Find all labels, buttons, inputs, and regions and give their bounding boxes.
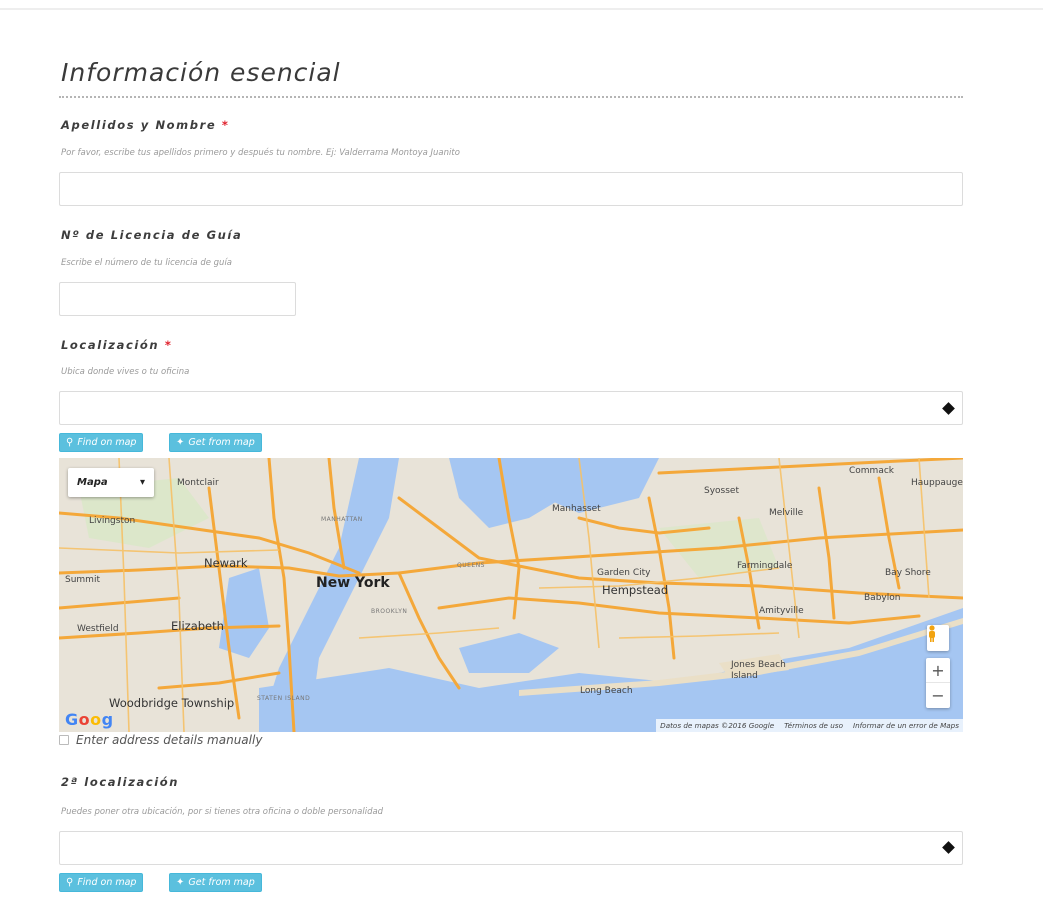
chevron-down-icon: ▾ <box>139 477 145 488</box>
map-label-jones-beach: Jones Beach Island <box>731 660 786 681</box>
map-label-newark: Newark <box>204 556 248 570</box>
map-attribution: Datos de mapas ©2016 Google Términos de … <box>656 719 963 732</box>
map-widget[interactable]: New York Newark Elizabeth Montclair Livi… <box>59 458 963 732</box>
find-on-map-label: Find on map <box>77 437 137 448</box>
map-label-woodbridge: Woodbridge Township <box>109 696 235 710</box>
map-report-link[interactable]: Informar de un error de Maps <box>853 721 959 730</box>
get-from-map-button[interactable]: ✦ Get from map <box>169 433 262 452</box>
map-label-bay-shore: Bay Shore <box>885 568 931 578</box>
location2-input[interactable] <box>59 831 963 865</box>
map-label-new-york: New York <box>316 575 390 591</box>
map-label-amityville: Amityville <box>759 606 804 616</box>
manual-entry-row: Enter address details manually <box>59 733 262 747</box>
zoom-out-button[interactable]: − <box>926 683 950 708</box>
name-input[interactable] <box>59 172 963 206</box>
map-type-label: Mapa <box>77 477 108 488</box>
map-label-elizabeth: Elizabeth <box>171 619 224 633</box>
google-logo: Goog <box>65 710 114 729</box>
get-from-map-label: Get from map <box>188 437 255 448</box>
map-label-commack: Commack <box>849 466 894 476</box>
pin-icon: ✦ <box>176 877 185 888</box>
zoom-in-button[interactable]: + <box>926 658 950 683</box>
license-input[interactable] <box>59 282 296 316</box>
pin-icon: ✦ <box>176 437 185 448</box>
license-help: Escribe el número de tu licencia de guía <box>61 258 233 268</box>
location2-help: Puedes poner otra ubicación, por si tien… <box>61 807 384 817</box>
zoom-control: + − <box>926 658 950 708</box>
manual-entry-checkbox[interactable] <box>59 735 69 745</box>
map-label-queens: QUEENS <box>457 562 485 569</box>
map-tiles <box>59 458 963 732</box>
map-label-livingston: Livingston <box>89 516 136 526</box>
section-divider <box>59 96 963 98</box>
map-label-melville: Melville <box>769 508 804 518</box>
location2-label: 2ª localización <box>61 775 179 789</box>
get-from-map-button-2[interactable]: ✦ Get from map <box>169 873 262 892</box>
map-label-farmingdale: Farmingdale <box>737 561 793 571</box>
find-on-map-label-2: Find on map <box>77 877 137 888</box>
map-label-manhattan: MANHATTAN <box>321 516 363 523</box>
get-from-map-label-2: Get from map <box>188 877 255 888</box>
required-asterisk: * <box>164 338 173 352</box>
map-data-credit: Datos de mapas ©2016 Google <box>660 721 775 730</box>
name-label: Apellidos y Nombre * <box>61 118 229 132</box>
required-asterisk: * <box>221 118 230 132</box>
search-icon: ⚲ <box>66 877 74 888</box>
map-label-brooklyn: BROOKLYN <box>371 608 408 615</box>
license-label: Nº de Licencia de Guía <box>61 228 242 242</box>
top-rule <box>0 8 1043 10</box>
map-label-hempstead: Hempstead <box>602 583 669 597</box>
find-on-map-button[interactable]: ⚲ Find on map <box>59 433 144 452</box>
map-terms-link[interactable]: Términos de uso <box>784 721 843 730</box>
section-title: Información esencial <box>61 58 341 87</box>
map-label-summit: Summit <box>65 575 100 585</box>
map-label-syosset: Syosset <box>704 486 739 496</box>
map-label-babylon: Babylon <box>864 593 901 603</box>
map-label-long-beach: Long Beach <box>580 686 633 696</box>
map-label-hauppauge: Hauppauge <box>911 478 963 488</box>
map-label-montclair: Montclair <box>177 478 219 488</box>
street-view-pegman-icon[interactable] <box>927 625 949 651</box>
location-label-text: Localización <box>61 338 160 352</box>
location2-label-text: 2ª localización <box>61 775 180 789</box>
pegman-icon <box>929 625 935 642</box>
map-type-selector[interactable]: Mapa ▾ <box>68 468 154 497</box>
map-label-garden-city: Garden City <box>597 568 651 578</box>
location-label: Localización * <box>61 338 172 352</box>
search-icon: ⚲ <box>66 437 74 448</box>
map-label-manhasset: Manhasset <box>552 504 601 514</box>
license-label-text: Nº de Licencia de Guía <box>61 228 243 242</box>
name-help: Por favor, escribe tus apellidos primero… <box>61 148 460 158</box>
map-label-westfield: Westfield <box>77 624 119 634</box>
map-label-staten-island: STATEN ISLAND <box>257 695 311 702</box>
manual-entry-label[interactable]: Enter address details manually <box>76 733 262 747</box>
location-help: Ubica donde vives o tu oficina <box>61 367 190 377</box>
name-label-text: Apellidos y Nombre <box>61 118 217 132</box>
location-input[interactable] <box>59 391 963 425</box>
find-on-map-button-2[interactable]: ⚲ Find on map <box>59 873 144 892</box>
